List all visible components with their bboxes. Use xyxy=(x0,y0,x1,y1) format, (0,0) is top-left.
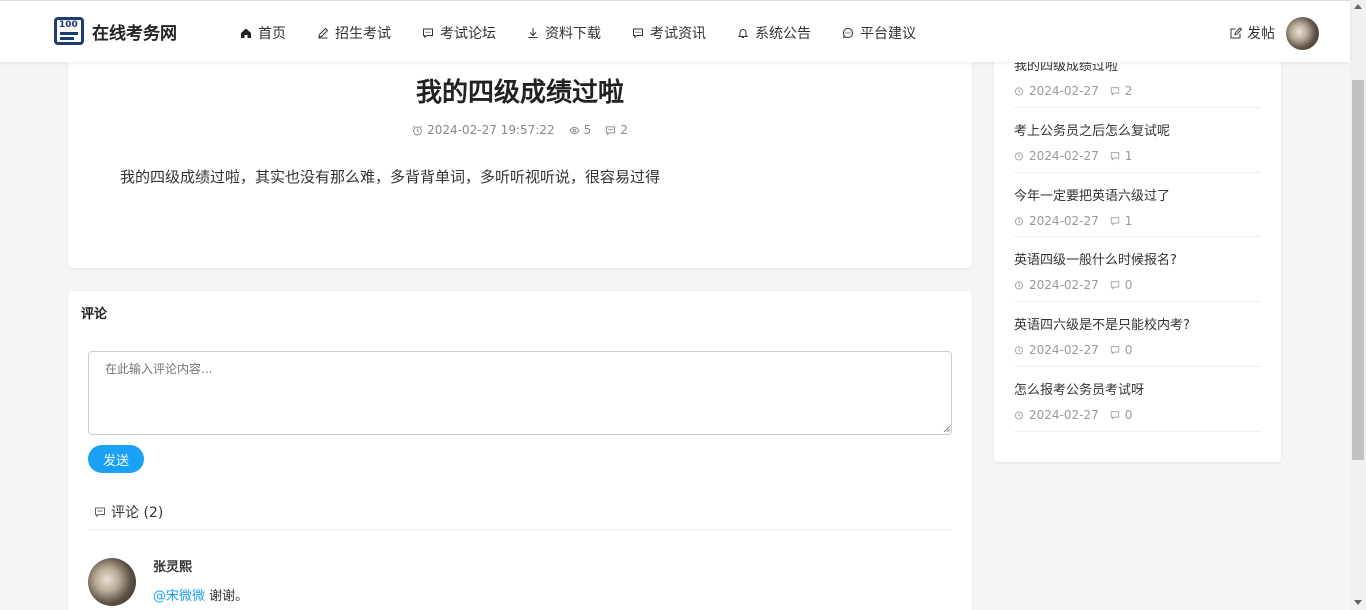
edit-icon xyxy=(1230,27,1242,39)
comment-author: 张灵熙 xyxy=(153,560,193,575)
pencil-icon xyxy=(317,27,329,39)
divider xyxy=(88,529,952,530)
nav-item-home[interactable]: 首页 xyxy=(240,23,286,43)
post-button[interactable]: 发帖 xyxy=(1230,23,1275,43)
comment-icon xyxy=(1110,152,1119,161)
article-title: 我的四级成绩过啦 xyxy=(415,78,624,108)
list-item[interactable]: 英语四六级是不是只能校内考? 2024-02-27 0 xyxy=(1014,314,1261,367)
list-item-title[interactable]: 今年一定要把英语六级过了 xyxy=(1014,185,1261,204)
nav-item-announcements[interactable]: 系统公告 xyxy=(737,23,811,43)
comment-icon xyxy=(1110,411,1119,420)
list-item-meta: 2024-02-27 1 xyxy=(1014,214,1261,228)
alarm-clock-icon xyxy=(1014,411,1024,420)
list-item-title[interactable]: 英语四六级是不是只能校内考? xyxy=(1014,314,1261,333)
comment-icon xyxy=(606,125,616,135)
comment-icon xyxy=(95,507,105,518)
comments-card: 评论 发送 评论 (2) 张灵熙 @宋微微 谢谢。 xyxy=(68,291,972,610)
bell-icon xyxy=(737,27,749,39)
send-button[interactable]: 发送 xyxy=(88,445,144,473)
site-name: 在线考务网 xyxy=(92,23,177,44)
list-item[interactable]: 英语四级一般什么时候报名? 2024-02-27 0 xyxy=(1014,249,1261,302)
resize-grip-icon[interactable] xyxy=(943,425,951,433)
top-navbar: 100 在线考务网 首页 招生考试 考试论坛 资料下载 考试资讯 系统公告 平台… xyxy=(0,0,1350,62)
scroll-down-arrow-icon[interactable] xyxy=(1354,600,1362,605)
scrollbar-thumb[interactable] xyxy=(1352,80,1364,460)
avatar[interactable] xyxy=(88,558,136,606)
main-nav: 首页 招生考试 考试论坛 资料下载 考试资讯 系统公告 平台建议 xyxy=(240,23,947,43)
alarm-clock-icon xyxy=(412,125,423,135)
user-avatar[interactable] xyxy=(1286,17,1319,50)
list-item-meta: 2024-02-27 1 xyxy=(1014,149,1261,163)
nav-item-news[interactable]: 考试资讯 xyxy=(632,23,706,43)
list-item[interactable]: 我的四级成绩过啦 2024-02-27 2 xyxy=(1014,55,1261,108)
alarm-clock-icon xyxy=(1014,87,1024,96)
list-item-title[interactable]: 考上公务员之后怎么复试呢 xyxy=(1014,120,1261,139)
alarm-clock-icon xyxy=(1014,152,1024,161)
nav-item-downloads[interactable]: 资料下载 xyxy=(527,23,601,43)
list-item-meta: 2024-02-27 0 xyxy=(1014,408,1261,422)
comment-count: 评论 (2) xyxy=(94,502,163,522)
sidebar-card: 我的四级成绩过啦 2024-02-27 2 考上公务员之后怎么复试呢 2024-… xyxy=(994,40,1281,462)
list-item-title[interactable]: 怎么报考公务员考试呀 xyxy=(1014,379,1261,398)
article-card: 我的四级成绩过啦 2024-02-27 19:57:22 5 2 我的四级成绩过… xyxy=(68,40,972,268)
article-meta: 2024-02-27 19:57:22 5 2 xyxy=(68,123,972,137)
nav-item-suggestions[interactable]: 平台建议 xyxy=(842,23,916,43)
comment-input[interactable] xyxy=(88,351,952,435)
list-item[interactable]: 怎么报考公务员考试呀 2024-02-27 0 xyxy=(1014,379,1261,432)
mention-link[interactable]: @宋微微 xyxy=(153,589,205,604)
list-item-meta: 2024-02-27 2 xyxy=(1014,84,1261,98)
list-item[interactable]: 今年一定要把英语六级过了 2024-02-27 1 xyxy=(1014,185,1261,237)
site-logo[interactable]: 100 在线考务网 xyxy=(54,17,177,45)
alarm-clock-icon xyxy=(1014,217,1024,226)
article-comment-count: 2 xyxy=(605,123,628,137)
list-item[interactable]: 考上公务员之后怎么复试呢 2024-02-27 1 xyxy=(1014,120,1261,173)
home-icon xyxy=(240,27,252,39)
download-icon xyxy=(527,27,539,39)
chat-circle-icon xyxy=(842,27,854,39)
nav-item-admissions[interactable]: 招生考试 xyxy=(317,23,391,43)
nav-item-forum[interactable]: 考试论坛 xyxy=(422,23,496,43)
logo-icon: 100 xyxy=(54,17,84,45)
scroll-up-arrow-icon[interactable] xyxy=(1354,4,1362,9)
list-item-meta: 2024-02-27 0 xyxy=(1014,343,1261,357)
chat-icon xyxy=(632,27,644,39)
comment-icon xyxy=(1110,281,1119,290)
comment-icon xyxy=(1110,346,1119,355)
article-body: 我的四级成绩过啦，其实也没有那么难，多背背单词，多听听视听说，很容易过得 xyxy=(120,168,661,186)
article-datetime: 2024-02-27 19:57:22 xyxy=(412,123,555,137)
list-item-title[interactable]: 英语四级一般什么时候报名? xyxy=(1014,249,1261,268)
alarm-clock-icon xyxy=(1014,281,1024,290)
comments-heading: 评论 xyxy=(81,307,108,322)
alarm-clock-icon xyxy=(1014,346,1024,355)
comment-icon xyxy=(1110,87,1119,96)
article-views: 5 xyxy=(568,123,591,137)
list-item-meta: 2024-02-27 0 xyxy=(1014,278,1261,292)
chat-icon xyxy=(422,27,434,39)
comment-icon xyxy=(1110,217,1119,226)
eye-icon xyxy=(568,126,580,134)
comment-text: @宋微微 谢谢。 xyxy=(153,589,249,604)
